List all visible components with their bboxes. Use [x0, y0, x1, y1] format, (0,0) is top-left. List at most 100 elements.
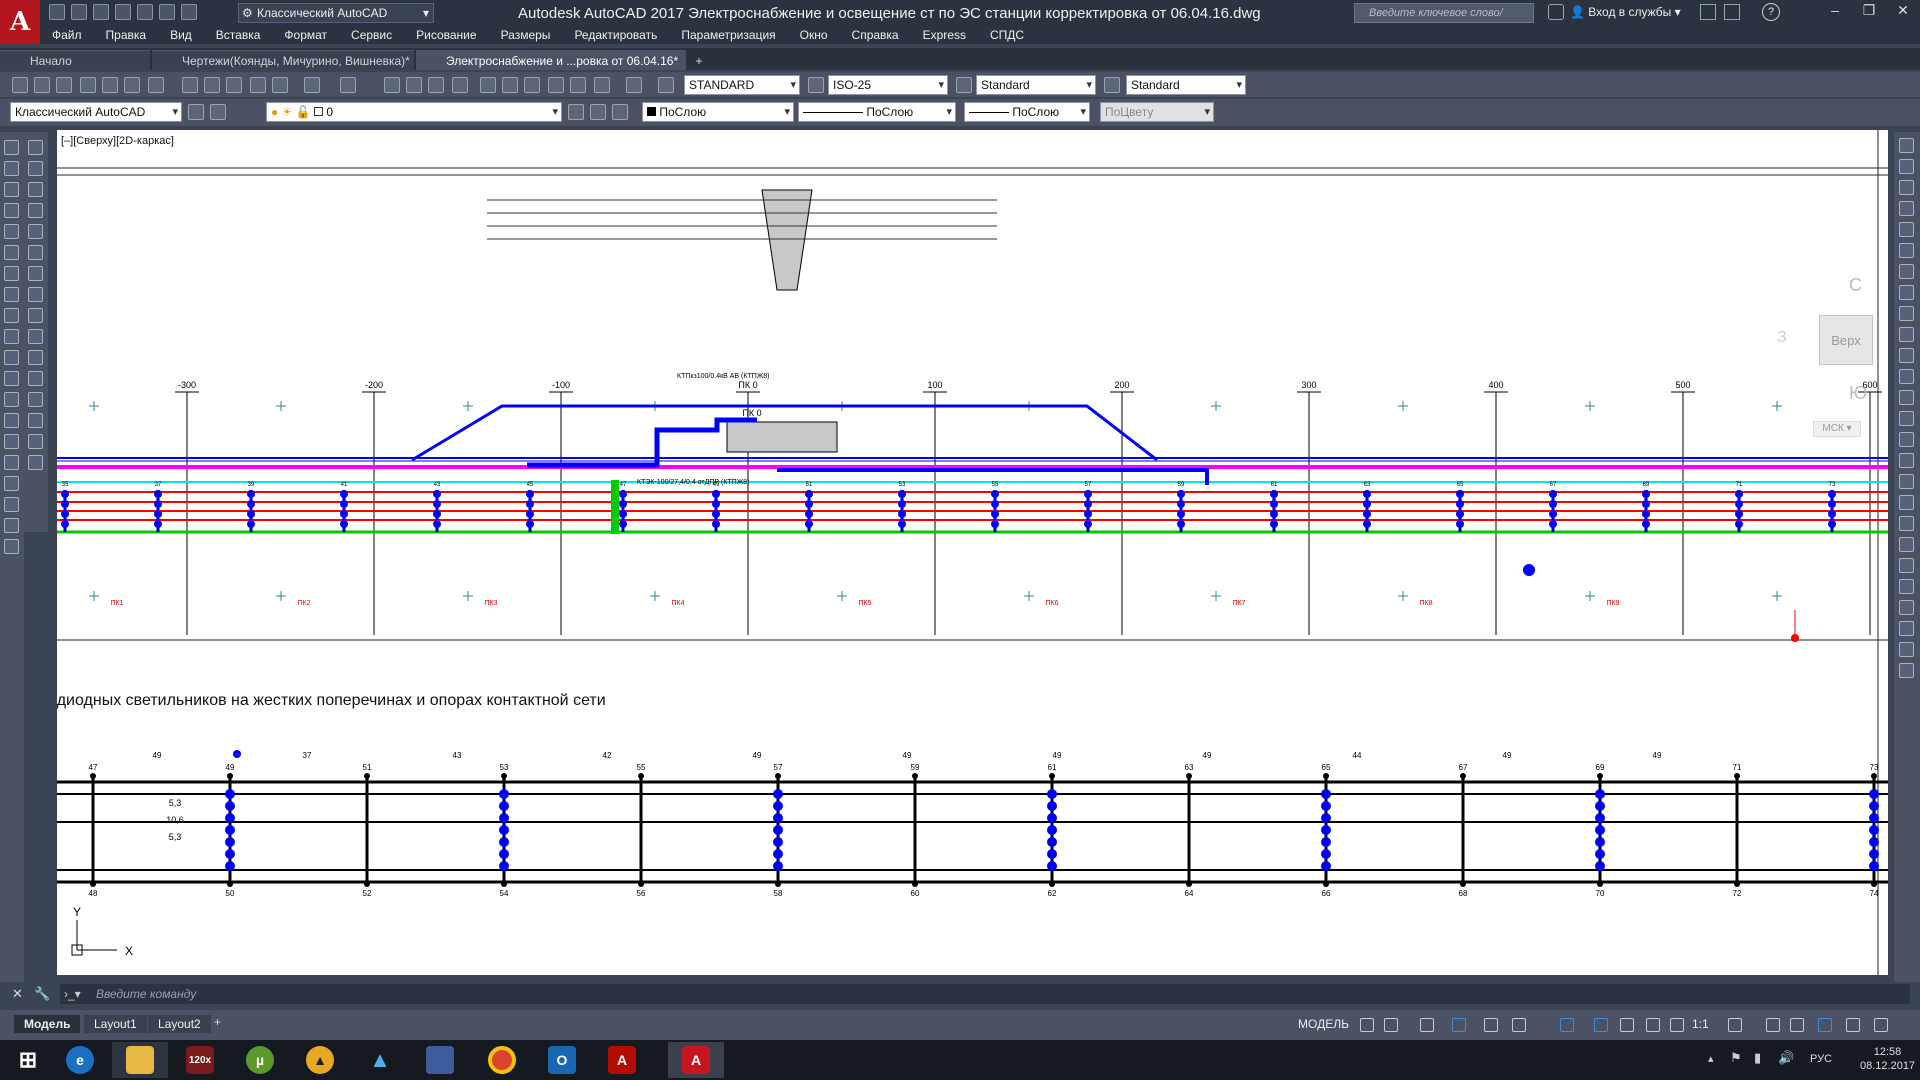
otrack-icon[interactable] — [1512, 1018, 1526, 1032]
add-icon[interactable] — [1766, 1018, 1780, 1032]
zoom-window-icon[interactable] — [428, 77, 444, 93]
pan-icon[interactable] — [384, 77, 400, 93]
table-style-icon[interactable] — [956, 77, 972, 93]
zoom-previous-icon[interactable] — [452, 77, 468, 93]
stretch-tool-icon[interactable] — [28, 308, 43, 323]
mirror-tool-icon[interactable] — [28, 182, 43, 197]
right-tool-icon[interactable] — [1899, 579, 1914, 594]
viewcube[interactable]: С З Верх В Ю МСК ▾ — [1777, 275, 1888, 445]
redo-icon[interactable] — [181, 4, 197, 20]
text-style-select[interactable]: STANDARD — [684, 75, 800, 95]
lineweight-select[interactable]: ПоСлою — [964, 102, 1090, 122]
taskbar-ie[interactable]: e — [52, 1042, 108, 1078]
right-tool-icon[interactable] — [1899, 369, 1914, 384]
extend-tool-icon[interactable] — [28, 350, 43, 365]
right-tool-icon[interactable] — [1899, 600, 1914, 615]
break-tool-icon[interactable] — [28, 371, 43, 386]
right-tool-icon[interactable] — [1899, 474, 1914, 489]
spline-tool-icon[interactable] — [4, 308, 19, 323]
tab-model[interactable]: Модель — [14, 1015, 81, 1033]
tray-network-icon[interactable]: ▮ — [1754, 1050, 1761, 1066]
new-tab-button[interactable]: + — [688, 52, 710, 70]
mleader-style-icon[interactable] — [1104, 77, 1120, 93]
tab-layout1[interactable]: Layout1 — [84, 1015, 147, 1033]
mtext-tool-icon[interactable] — [4, 518, 19, 533]
menu-format[interactable]: Формат — [272, 28, 339, 42]
menu-window[interactable]: Окно — [788, 28, 840, 42]
tray-language[interactable]: РУС — [1810, 1053, 1832, 1065]
3d-dwf-icon[interactable] — [148, 77, 164, 93]
layer-state-icon[interactable] — [612, 104, 628, 120]
taskbar-outlook[interactable]: O — [534, 1042, 590, 1078]
save-icon[interactable] — [93, 4, 109, 20]
ellipse-arc-tool-icon[interactable] — [4, 350, 19, 365]
osnap-icon[interactable] — [1560, 1018, 1574, 1032]
right-tool-icon[interactable] — [1899, 516, 1914, 531]
right-tool-icon[interactable] — [1899, 306, 1914, 321]
design-center-icon[interactable] — [502, 77, 518, 93]
qnew-icon[interactable] — [12, 77, 28, 93]
right-tool-icon[interactable] — [1899, 180, 1914, 195]
undo-icon[interactable] — [304, 77, 320, 93]
preview-icon[interactable] — [102, 77, 118, 93]
match-prop-icon[interactable] — [250, 77, 266, 93]
rectangle-tool-icon[interactable] — [4, 224, 19, 239]
viewcube-west[interactable]: З — [1777, 329, 1787, 347]
right-tool-icon[interactable] — [1899, 390, 1914, 405]
paste-icon[interactable] — [226, 77, 242, 93]
make-block-tool-icon[interactable] — [4, 392, 19, 407]
rotate-tool-icon[interactable] — [28, 266, 43, 281]
tray-show-hidden-icon[interactable]: ▴ — [1708, 1052, 1714, 1065]
construction-line-tool-icon[interactable] — [4, 182, 19, 197]
hatch-tool-icon[interactable] — [4, 434, 19, 449]
command-input[interactable]: ›_▾ Введите команду — [60, 984, 1910, 1004]
point-tool-icon[interactable] — [4, 413, 19, 428]
markup-icon[interactable] — [570, 77, 586, 93]
autoscale-icon[interactable] — [1670, 1018, 1684, 1032]
erase-tool-icon[interactable] — [28, 140, 43, 155]
viewcube-north[interactable]: С — [1849, 275, 1862, 296]
right-tool-icon[interactable] — [1899, 285, 1914, 300]
save-as-icon[interactable] — [115, 4, 131, 20]
fillet-tool-icon[interactable] — [28, 434, 43, 449]
layer-previous-icon[interactable] — [590, 104, 606, 120]
copy-obj-tool-icon[interactable] — [28, 161, 43, 176]
annotation-visibility-icon[interactable] — [1646, 1018, 1660, 1032]
menu-draw[interactable]: Рисование — [404, 28, 488, 42]
workspace-switch-icon[interactable] — [1728, 1018, 1742, 1032]
menu-parametric[interactable]: Параметризация — [669, 28, 787, 42]
search-input[interactable]: Введите ключевое слово/фразу — [1354, 3, 1534, 37]
properties-icon[interactable] — [480, 77, 496, 93]
gradient-tool-icon[interactable] — [4, 455, 19, 470]
transparency-icon[interactable] — [1620, 1018, 1634, 1032]
undo-icon[interactable] — [159, 4, 175, 20]
dim-style-icon[interactable] — [808, 77, 824, 93]
tray-volume-icon[interactable]: 🔊 — [1778, 1050, 1794, 1066]
plot-icon[interactable] — [137, 4, 153, 20]
signin-button[interactable]: 👤 Вход в службы ▾ — [1570, 5, 1681, 19]
help-icon[interactable] — [626, 77, 642, 93]
array-tool-icon[interactable] — [28, 224, 43, 239]
menu-express[interactable]: Express — [911, 28, 978, 42]
binoculars-icon[interactable] — [1548, 4, 1564, 20]
viewcube-south[interactable]: Ю — [1849, 383, 1867, 404]
right-tool-icon[interactable] — [1899, 159, 1914, 174]
viewcube-face-top[interactable]: Верх — [1819, 315, 1873, 365]
taskbar-app-blue[interactable]: ▲ — [352, 1042, 408, 1078]
isodraft-icon[interactable] — [1484, 1018, 1498, 1032]
drawing-canvas[interactable]: [–][Сверху][2D-каркас] -300 -200 -100 ПК 01… — [57, 130, 1888, 975]
ellipse-tool-icon[interactable] — [4, 329, 19, 344]
right-tool-icon[interactable] — [1899, 327, 1914, 342]
tab-drawing-1[interactable]: Чертежи(Коянды, Мичурино, Вишневка)* — [152, 50, 414, 70]
open-icon[interactable] — [34, 77, 50, 93]
maximize-button[interactable]: ❐ — [1852, 0, 1886, 20]
clean-screen-icon[interactable] — [1846, 1018, 1860, 1032]
taskbar-explorer[interactable] — [112, 1042, 168, 1078]
model-space-toggle[interactable]: МОДЕЛЬ — [1298, 1017, 1349, 1031]
right-tool-icon[interactable] — [1899, 663, 1914, 678]
help-icon[interactable]: ? — [1762, 3, 1780, 21]
menu-modify[interactable]: Редактировать — [562, 28, 669, 42]
taskbar-autocad-old[interactable]: 120x — [172, 1042, 228, 1078]
right-tool-icon[interactable] — [1899, 348, 1914, 363]
right-tool-icon[interactable] — [1899, 495, 1914, 510]
